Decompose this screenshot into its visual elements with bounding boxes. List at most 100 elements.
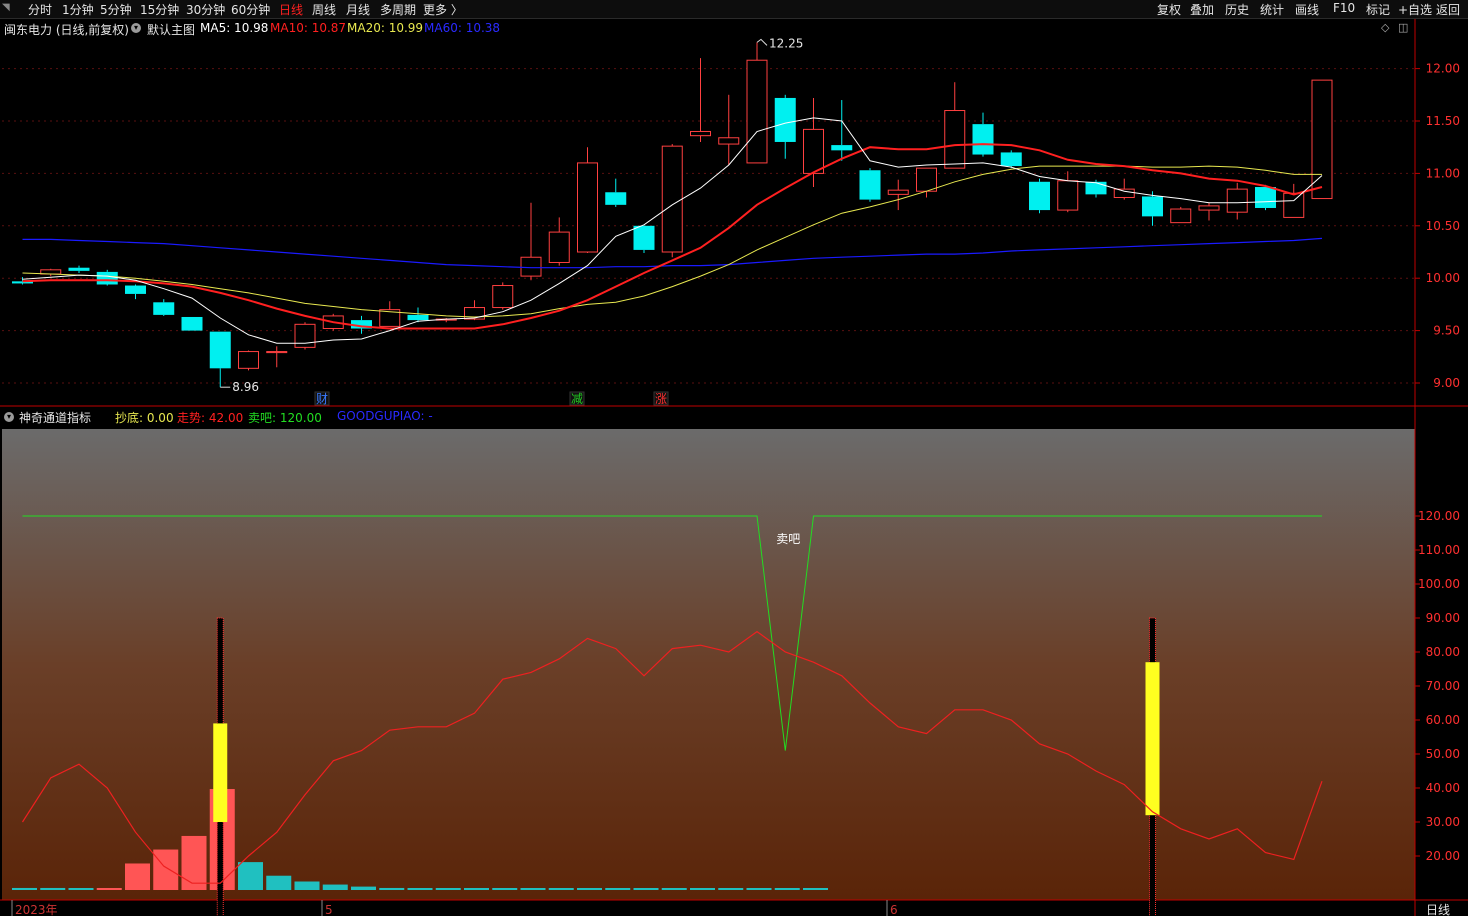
price-tick-label: 11.50 bbox=[1426, 114, 1460, 128]
sell-signal-label: 卖吧 bbox=[776, 532, 800, 546]
ma10-value: MA10: 10.87 bbox=[270, 21, 347, 35]
candle-down bbox=[633, 225, 655, 250]
period-tab-8[interactable]: 月线 bbox=[346, 1, 370, 18]
event-marker-0: 财 bbox=[316, 392, 328, 406]
signal-bar-yellow bbox=[213, 723, 228, 822]
candle-up bbox=[1283, 192, 1305, 218]
candle-down bbox=[68, 267, 90, 271]
indicator-name[interactable]: 神奇通道指标 bbox=[19, 409, 91, 426]
candle-up bbox=[1113, 188, 1135, 199]
period-tab-0[interactable]: 分时 bbox=[28, 1, 52, 18]
toolbar-action-5[interactable]: F10 bbox=[1333, 1, 1355, 15]
histogram-bar bbox=[351, 886, 376, 890]
ma60-line bbox=[22, 237, 1323, 269]
histogram-bar bbox=[125, 863, 150, 890]
indicator-tick-label: 90.00 bbox=[1426, 611, 1460, 625]
candle-up bbox=[294, 323, 316, 348]
date-label-1: 5 bbox=[325, 903, 333, 916]
period-toolbar: ◥ 分时 1分钟 5分钟 15分钟 30分钟 60分钟 日线 周线 月线 多周期 更多 〉 复权 叠加… bbox=[0, 0, 1468, 19]
candle-up bbox=[492, 285, 514, 309]
signal-bar-outline bbox=[216, 617, 224, 916]
candle-up bbox=[887, 189, 909, 195]
grip-icon: ◥ bbox=[2, 2, 10, 13]
histogram-bar bbox=[407, 888, 433, 890]
zoushi-line bbox=[21, 630, 1323, 884]
low-price-label: 8.96 bbox=[232, 380, 259, 394]
period-tab-5[interactable]: 60分钟 bbox=[231, 1, 270, 18]
period-tab-4[interactable]: 30分钟 bbox=[186, 1, 225, 18]
candle-down bbox=[153, 302, 175, 315]
period-tab-7[interactable]: 周线 bbox=[312, 1, 336, 18]
histogram-bar bbox=[548, 888, 574, 890]
price-tick-label: 10.50 bbox=[1426, 219, 1460, 233]
candle-down bbox=[972, 124, 994, 155]
candle-down bbox=[774, 97, 796, 142]
price-tick-label: 9.00 bbox=[1433, 376, 1460, 390]
histogram-bar bbox=[492, 888, 518, 890]
date-label-0: 2023年 bbox=[15, 903, 58, 916]
histogram-bar bbox=[209, 789, 235, 890]
signal-bar-outline bbox=[1149, 617, 1156, 916]
candle-up bbox=[1170, 208, 1192, 224]
toolbar-action-2[interactable]: 历史 bbox=[1225, 1, 1249, 18]
candle-up bbox=[548, 231, 570, 263]
diamond-icon[interactable]: ◇ bbox=[1381, 21, 1389, 34]
histogram-bar bbox=[803, 888, 828, 890]
period-tab-6[interactable]: 日线 bbox=[279, 1, 303, 18]
histogram-bar bbox=[322, 884, 348, 890]
indicator-legend: ▾ 神奇通道指标 抄底: 0.00 走势: 42.00 卖吧: 120.00 G… bbox=[0, 406, 1415, 426]
toolbar-action-4[interactable]: 画线 bbox=[1295, 1, 1319, 18]
histogram-bar bbox=[40, 887, 66, 890]
candle-up bbox=[464, 307, 485, 320]
indicator-tick-label: 30.00 bbox=[1426, 815, 1460, 829]
zoushi-value: 走势: 42.00 bbox=[177, 411, 244, 425]
indicator-tick-label: 80.00 bbox=[1426, 645, 1460, 659]
maiba-value: 卖吧: 120.00 bbox=[248, 411, 322, 425]
candle-down bbox=[859, 170, 881, 200]
toolbar-action-0[interactable]: 复权 bbox=[1157, 1, 1181, 18]
histogram-bar bbox=[520, 888, 546, 890]
event-marker-box bbox=[653, 391, 669, 406]
template-label[interactable]: 默认主图 bbox=[147, 21, 195, 38]
toolbar-action-3[interactable]: 统计 bbox=[1260, 1, 1284, 18]
histogram-bar bbox=[577, 888, 602, 890]
candle-down bbox=[1142, 196, 1163, 217]
ma20-value: MA20: 10.99 bbox=[347, 21, 424, 35]
main-chart-legend: 闽东电力 (日线,前复权) ▾ 默认主图 MA5: 10.98 MA10: 10… bbox=[4, 21, 1409, 38]
candle-up bbox=[1226, 188, 1248, 213]
histogram-bar bbox=[718, 888, 744, 890]
high-price-label: 12.25 bbox=[769, 36, 803, 50]
histogram-bar bbox=[774, 888, 800, 890]
indicator-tick-label: 100.00 bbox=[1418, 577, 1460, 591]
candle-up bbox=[746, 59, 768, 164]
toolbar-action-7[interactable]: +自选 bbox=[1398, 1, 1432, 18]
period-tab-9[interactable]: 多周期 bbox=[380, 1, 416, 18]
indicator-tick-label: 110.00 bbox=[1418, 543, 1460, 557]
candle-up bbox=[238, 351, 259, 369]
toolbar-action-1[interactable]: 叠加 bbox=[1190, 1, 1214, 18]
period-tab-10[interactable]: 更多 〉 bbox=[423, 1, 463, 18]
histogram-bar bbox=[266, 875, 292, 890]
toolbar-action-8[interactable]: 返回 bbox=[1436, 1, 1460, 18]
ma5-value: MA5: 10.98 bbox=[200, 21, 269, 35]
ma10-line bbox=[22, 143, 1323, 330]
high-marker bbox=[756, 38, 768, 46]
period-tab-3[interactable]: 15分钟 bbox=[140, 1, 179, 18]
toolbar-action-6[interactable]: 标记 bbox=[1366, 1, 1390, 18]
indicator-tick-label: 50.00 bbox=[1426, 747, 1460, 761]
candle-up bbox=[266, 351, 288, 354]
period-tab-2[interactable]: 5分钟 bbox=[100, 1, 132, 18]
price-tick-label: 10.00 bbox=[1426, 271, 1460, 285]
candle-up bbox=[379, 309, 401, 327]
stock-title[interactable]: 闽东电力 (日线,前复权) bbox=[4, 21, 129, 38]
candle-up bbox=[803, 128, 824, 174]
window-toggle-icon[interactable]: ◫ bbox=[1398, 21, 1408, 34]
candle-down bbox=[12, 281, 33, 284]
period-tab-1[interactable]: 1分钟 bbox=[62, 1, 94, 18]
candle-down bbox=[1255, 187, 1276, 208]
price-tick-label: 9.50 bbox=[1433, 324, 1460, 338]
histogram-bar bbox=[690, 888, 715, 890]
candle-up bbox=[435, 318, 457, 321]
candle-up bbox=[1198, 205, 1220, 211]
event-marker-1: 减 bbox=[571, 392, 583, 406]
